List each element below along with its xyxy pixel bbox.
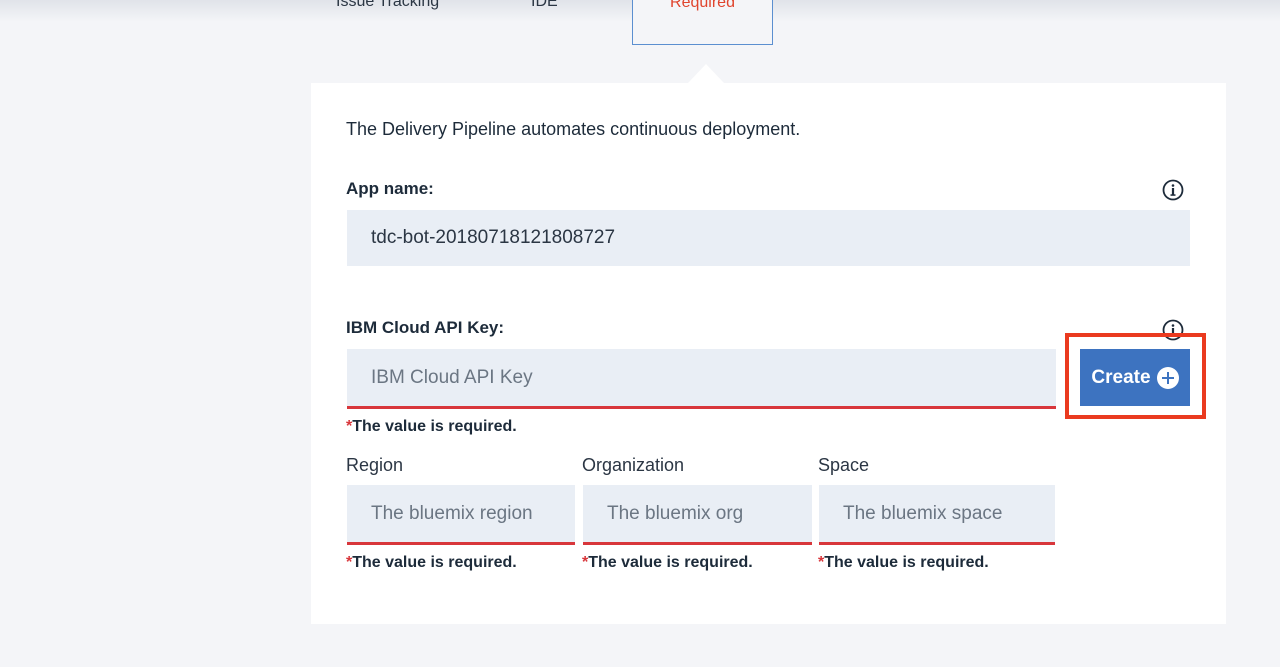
region-error: *The value is required. [346, 554, 517, 572]
api-key-error-text: The value is required. [352, 418, 517, 435]
create-button-label: Create [1091, 366, 1151, 388]
api-key-input[interactable] [347, 349, 1056, 409]
tab-ide[interactable]: IDE [531, 0, 558, 11]
info-icon[interactable] [1162, 319, 1184, 341]
organization-label: Organization [582, 455, 685, 475]
panel-description: The Delivery Pipeline automates continuo… [346, 119, 801, 139]
api-key-label: IBM Cloud API Key: [346, 318, 505, 337]
tab-pointer-arrow [688, 64, 724, 83]
region-label: Region [346, 455, 404, 475]
app-name-label: App name: [346, 179, 434, 198]
organization-input[interactable] [583, 485, 812, 545]
space-error-text: The value is required. [824, 554, 989, 571]
space-label: Space [818, 455, 870, 475]
api-key-error: *The value is required. [346, 418, 517, 436]
tab-required-label: Required [670, 0, 735, 11]
region-error-text: The value is required. [352, 554, 517, 571]
tab-issue-tracking[interactable]: Issue Tracking [336, 0, 439, 11]
organization-error-text: The value is required. [588, 554, 753, 571]
space-input[interactable] [819, 485, 1055, 545]
space-error: *The value is required. [818, 554, 989, 572]
create-api-key-button[interactable]: Create [1080, 349, 1190, 406]
tab-required[interactable]: Required [632, 0, 773, 45]
info-icon[interactable] [1162, 179, 1184, 201]
app-name-input[interactable] [347, 210, 1190, 266]
region-input[interactable] [347, 485, 575, 545]
plus-circle-icon [1156, 366, 1179, 389]
organization-error: *The value is required. [582, 554, 753, 572]
